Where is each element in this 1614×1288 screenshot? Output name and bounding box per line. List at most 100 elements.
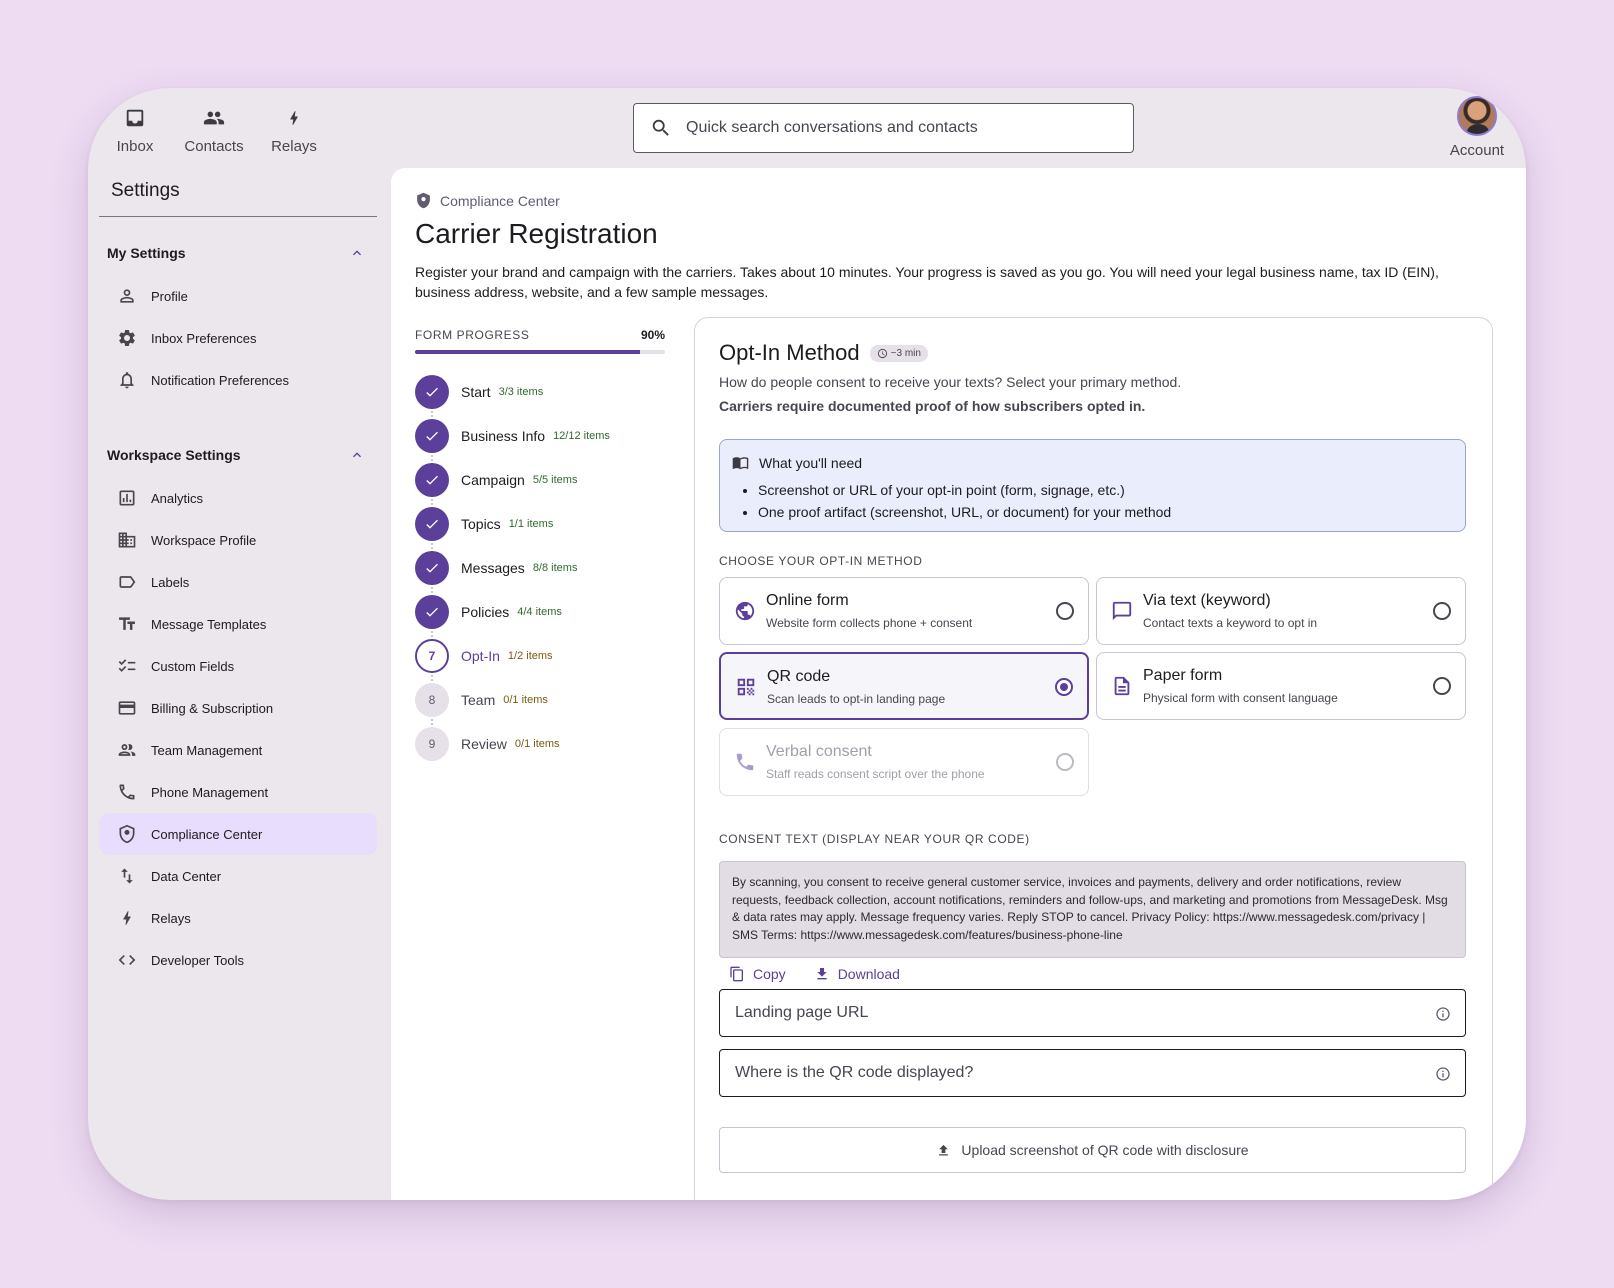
upload-label: Upload screenshot of QR code with disclo… bbox=[961, 1142, 1249, 1158]
step-count: 4/4 items bbox=[517, 606, 562, 618]
step-topics[interactable]: Topics 1/1 items bbox=[415, 502, 665, 546]
sidebar-item-label: Billing & Subscription bbox=[151, 700, 274, 716]
settings-sidebar: Settings My Settings Profile Inbox Prefe… bbox=[99, 168, 377, 981]
upload-screenshot-button[interactable]: Upload screenshot of QR code with disclo… bbox=[719, 1127, 1466, 1173]
requirements-box: What you'll need Screenshot or URL of yo… bbox=[719, 439, 1466, 532]
card-title-text: Opt-In Method bbox=[719, 340, 860, 365]
sidebar-item-relays[interactable]: Relays bbox=[99, 897, 377, 939]
time-chip-label: ~3 min bbox=[890, 347, 921, 359]
option-via-text[interactable]: Via text (keyword) Contact texts a keywo… bbox=[1096, 577, 1466, 645]
sidebar-item-compliance-center[interactable]: Compliance Center bbox=[99, 813, 377, 855]
document-icon bbox=[1111, 675, 1133, 697]
sidebar-item-custom-fields[interactable]: Custom Fields bbox=[99, 645, 377, 687]
qr-location-input[interactable] bbox=[735, 1064, 1415, 1082]
option-paper-form[interactable]: Paper form Physical form with consent la… bbox=[1096, 652, 1466, 720]
nav-relays[interactable]: Relays bbox=[254, 104, 334, 155]
people-icon bbox=[174, 104, 254, 132]
sidebar-item-workspace-profile[interactable]: Workspace Profile bbox=[99, 519, 377, 561]
option-radio[interactable] bbox=[1056, 602, 1074, 620]
check-icon bbox=[415, 375, 449, 409]
progress-percent: 90% bbox=[640, 328, 665, 342]
sidebar-item-label: Notification Preferences bbox=[151, 372, 290, 388]
sidebar-item-label: Message Templates bbox=[151, 616, 267, 632]
sidebar-item-team-management[interactable]: Team Management bbox=[99, 729, 377, 771]
step-start[interactable]: Start 3/3 items bbox=[415, 370, 665, 414]
sidebar-item-labels[interactable]: Labels bbox=[99, 561, 377, 603]
search-bar[interactable] bbox=[633, 103, 1134, 153]
bell-icon bbox=[117, 370, 137, 390]
step-count: 0/1 items bbox=[514, 738, 560, 750]
sidebar-item-phone-management[interactable]: Phone Management bbox=[99, 771, 377, 813]
shield-icon bbox=[117, 824, 137, 844]
option-radio[interactable] bbox=[1433, 602, 1451, 620]
copy-button[interactable]: Copy bbox=[729, 966, 786, 982]
search-input[interactable] bbox=[686, 119, 1086, 137]
account-button[interactable]: Account bbox=[1437, 96, 1517, 159]
sidebar-item-profile[interactable]: Profile bbox=[99, 275, 377, 317]
option-title: Verbal consent bbox=[766, 743, 872, 760]
sidebar-item-notification-preferences[interactable]: Notification Preferences bbox=[99, 359, 377, 401]
sidebar-item-developer-tools[interactable]: Developer Tools bbox=[99, 939, 377, 981]
step-business-info[interactable]: Business Info 12/12 items bbox=[415, 414, 665, 458]
bolt-icon bbox=[117, 908, 137, 928]
person-icon bbox=[117, 286, 137, 306]
progress-label: FORM PROGRESS bbox=[415, 328, 530, 342]
check-icon bbox=[415, 419, 449, 453]
step-name: Topics bbox=[461, 516, 501, 532]
info-icon[interactable] bbox=[1435, 1006, 1451, 1022]
section-workspace-settings-label: Workspace Settings bbox=[107, 447, 241, 463]
step-number: 9 bbox=[415, 727, 449, 761]
step-count: 1/1 items bbox=[508, 518, 554, 530]
step-policies[interactable]: Policies 4/4 items bbox=[415, 590, 665, 634]
landing-page-url-field[interactable] bbox=[719, 989, 1466, 1037]
breadcrumb[interactable]: Compliance Center bbox=[415, 192, 560, 209]
option-online-form[interactable]: Online form Website form collects phone … bbox=[719, 577, 1089, 645]
nav-contacts[interactable]: Contacts bbox=[174, 104, 254, 155]
option-radio-selected[interactable] bbox=[1055, 678, 1073, 696]
info-icon[interactable] bbox=[1435, 1066, 1451, 1082]
qr-location-field[interactable] bbox=[719, 1049, 1466, 1097]
download-icon bbox=[814, 966, 830, 982]
bolt-icon bbox=[254, 104, 334, 132]
section-my-settings[interactable]: My Settings bbox=[99, 233, 377, 273]
step-name: Opt-In bbox=[461, 648, 500, 664]
option-radio[interactable] bbox=[1433, 677, 1451, 695]
landing-page-url-input[interactable] bbox=[735, 1004, 1415, 1022]
sidebar-item-inbox-preferences[interactable]: Inbox Preferences bbox=[99, 317, 377, 359]
requirements-header: What you'll need bbox=[732, 454, 1453, 471]
sidebar-item-message-templates[interactable]: Message Templates bbox=[99, 603, 377, 645]
app-window: Inbox Contacts Relays Account Settings bbox=[88, 88, 1526, 1200]
option-verbal-consent: Verbal consent Staff reads consent scrip… bbox=[719, 728, 1089, 796]
step-count: 3/3 items bbox=[498, 386, 544, 398]
sidebar-item-billing[interactable]: Billing & Subscription bbox=[99, 687, 377, 729]
step-opt-in[interactable]: 7 Opt-In 1/2 items bbox=[415, 634, 665, 678]
step-name: Review bbox=[461, 736, 507, 752]
sidebar-item-label: Workspace Profile bbox=[151, 532, 257, 548]
option-title: Paper form bbox=[1143, 667, 1223, 684]
nav-inbox[interactable]: Inbox bbox=[95, 104, 175, 155]
my-settings-list: Profile Inbox Preferences Notification P… bbox=[99, 273, 377, 401]
download-button[interactable]: Download bbox=[814, 966, 900, 982]
section-workspace-settings[interactable]: Workspace Settings bbox=[99, 435, 377, 475]
step-team[interactable]: 8 Team 0/1 items bbox=[415, 678, 665, 722]
opt-in-card: Opt-In Method ~3 min How do people conse… bbox=[694, 317, 1493, 1200]
option-title: Via text (keyword) bbox=[1143, 592, 1271, 609]
sidebar-item-label: Team Management bbox=[151, 742, 263, 758]
shield-icon bbox=[415, 192, 432, 209]
sidebar-item-analytics[interactable]: Analytics bbox=[99, 477, 377, 519]
option-title: Online form bbox=[766, 592, 849, 609]
sidebar-item-data-center[interactable]: Data Center bbox=[99, 855, 377, 897]
step-review[interactable]: 9 Review 0/1 items bbox=[415, 722, 665, 766]
step-name: Business Info bbox=[461, 428, 546, 444]
consent-actions: Copy Download bbox=[729, 966, 928, 982]
check-icon bbox=[415, 463, 449, 497]
requirements-list: Screenshot or URL of your opt-in point (… bbox=[732, 479, 1453, 523]
building-icon bbox=[117, 530, 137, 550]
time-chip: ~3 min bbox=[869, 344, 928, 362]
step-campaign[interactable]: Campaign 5/5 items bbox=[415, 458, 665, 502]
option-qr-code[interactable]: QR code Scan leads to opt-in landing pag… bbox=[719, 652, 1089, 720]
step-messages[interactable]: Messages 8/8 items bbox=[415, 546, 665, 590]
sidebar-item-label: Phone Management bbox=[151, 784, 269, 800]
book-icon bbox=[732, 454, 749, 471]
analytics-icon bbox=[117, 488, 137, 508]
